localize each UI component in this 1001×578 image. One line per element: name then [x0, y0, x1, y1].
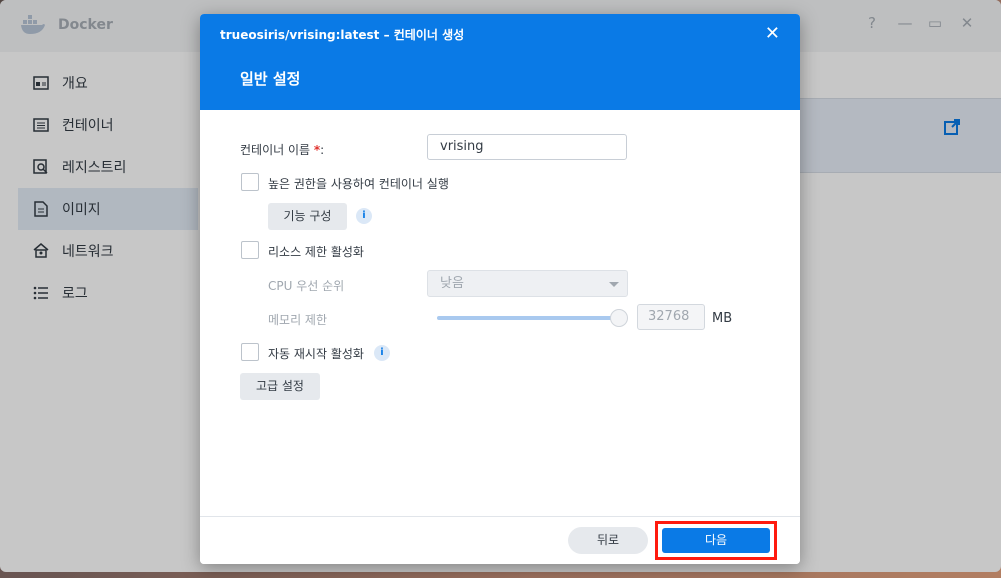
memory-input[interactable]: 32768 [637, 304, 705, 330]
resource-limit-checkbox[interactable] [241, 241, 259, 259]
auto-restart-checkbox[interactable] [241, 343, 259, 361]
memory-slider-thumb[interactable] [610, 309, 628, 327]
advanced-settings-button[interactable]: 고급 설정 [240, 373, 320, 400]
back-button[interactable]: 뒤로 [568, 527, 648, 554]
resource-limit-label: 리소스 제한 활성화 [268, 245, 364, 259]
container-name-label: 컨테이너 이름 *: [240, 141, 324, 158]
next-button[interactable]: 다음 [662, 528, 770, 553]
memory-limit-label: 메모리 제한 [268, 313, 328, 327]
dialog-subtitle: 일반 설정 [240, 70, 301, 88]
cpu-priority-label: CPU 우선 순위 [268, 279, 345, 293]
chevron-down-icon [609, 282, 619, 287]
cpu-priority-select[interactable]: 낮음 [427, 270, 628, 297]
label-colon: : [320, 143, 325, 157]
dialog-header: trueosiris/vrising:latest – 컨테이너 생성 ✕ 일반… [200, 14, 800, 110]
next-button-highlight: 다음 [655, 521, 777, 560]
capabilities-button[interactable]: 기능 구성 [268, 203, 347, 230]
dialog-title: trueosiris/vrising:latest – 컨테이너 생성 [220, 28, 465, 42]
privileged-label: 높은 권한을 사용하여 컨테이너 실행 [268, 177, 449, 191]
create-container-dialog: trueosiris/vrising:latest – 컨테이너 생성 ✕ 일반… [200, 14, 800, 564]
close-icon[interactable]: ✕ [765, 23, 780, 44]
memory-slider-track[interactable] [437, 316, 619, 320]
info-icon[interactable]: i [374, 345, 390, 361]
dialog-footer: 뒤로 다음 [200, 516, 800, 564]
memory-unit: MB [712, 311, 733, 326]
container-name-input[interactable]: vrising [427, 134, 627, 160]
privileged-checkbox[interactable] [241, 173, 259, 191]
auto-restart-label: 자동 재시작 활성화 [268, 347, 364, 361]
info-icon[interactable]: i [356, 208, 372, 224]
cpu-priority-value: 낮음 [440, 276, 464, 291]
container-name-label-text: 컨테이너 이름 [240, 143, 311, 157]
